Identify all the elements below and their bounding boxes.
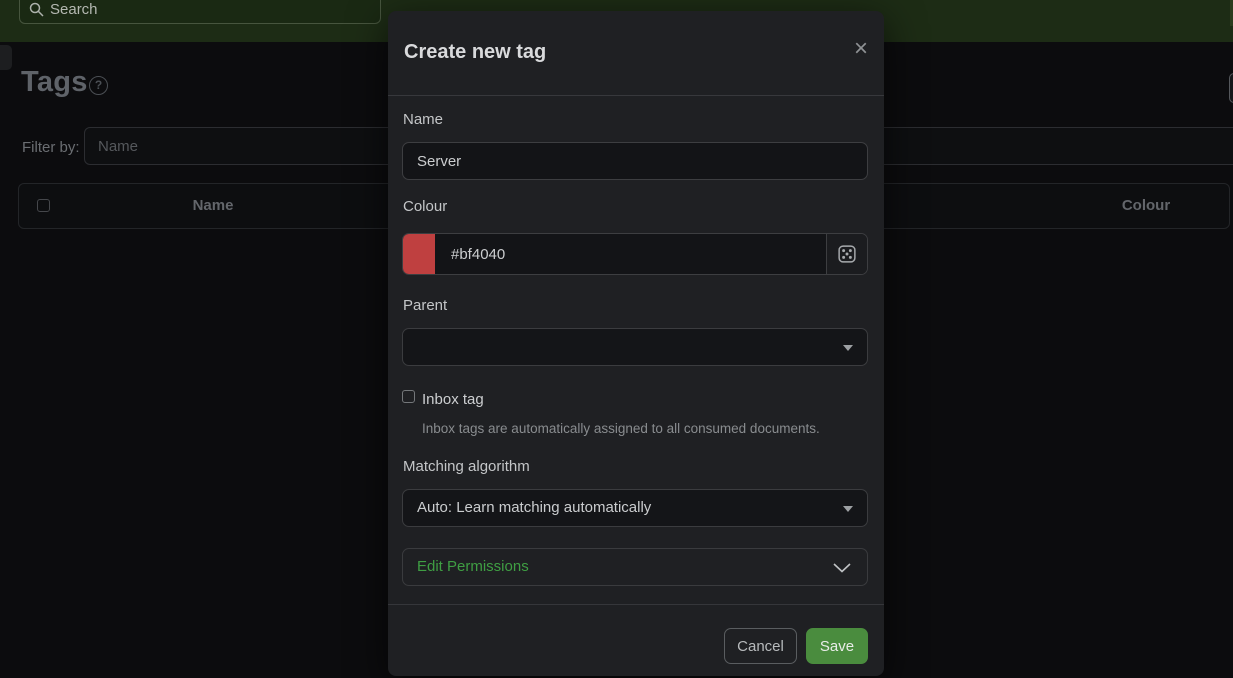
matching-algorithm-value: Auto: Learn matching automatically xyxy=(417,499,651,516)
dice-icon xyxy=(838,245,856,263)
inbox-tag-checkbox[interactable] xyxy=(402,390,415,403)
colour-swatch xyxy=(403,234,435,274)
chevron-down-icon xyxy=(843,506,853,512)
modal-header: Create new tag × xyxy=(388,11,884,96)
edit-permissions-label: Edit Permissions xyxy=(417,558,529,575)
global-search-placeholder[interactable]: Search xyxy=(50,1,98,18)
name-label: Name xyxy=(403,111,443,128)
app-window: Search Tags ? Filter by: Name Colour Cre… xyxy=(0,0,1233,678)
column-header-name[interactable]: Name xyxy=(128,183,298,229)
edit-permissions-accordion[interactable]: Edit Permissions xyxy=(402,548,868,586)
close-icon[interactable]: × xyxy=(854,37,868,61)
modal-title: Create new tag xyxy=(404,41,546,64)
matching-algorithm-select[interactable]: Auto: Learn matching automatically xyxy=(402,489,868,527)
inbox-tag-hint: Inbox tags are automatically assigned to… xyxy=(422,421,820,436)
left-edge-element xyxy=(0,45,12,70)
parent-label: Parent xyxy=(403,297,447,314)
page-title: Tags xyxy=(21,66,88,99)
tag-name-input[interactable] xyxy=(402,142,868,180)
chevron-down-icon xyxy=(833,563,851,573)
search-icon xyxy=(29,2,45,18)
random-colour-button[interactable] xyxy=(826,234,867,274)
column-header-colour[interactable]: Colour xyxy=(1096,183,1196,229)
select-all-checkbox[interactable] xyxy=(37,199,50,212)
create-tag-modal: Create new tag × Name Colour #bf4040 Par… xyxy=(388,11,884,676)
right-edge-button[interactable] xyxy=(1229,73,1233,103)
save-button[interactable]: Save xyxy=(806,628,868,664)
help-icon[interactable]: ? xyxy=(89,76,108,95)
filter-by-label: Filter by: xyxy=(22,139,80,156)
chevron-down-icon xyxy=(843,345,853,351)
inbox-tag-label: Inbox tag xyxy=(422,391,484,408)
colour-hex-value[interactable]: #bf4040 xyxy=(451,234,505,275)
modal-footer: Cancel Save xyxy=(388,604,884,676)
colour-input-group: #bf4040 xyxy=(402,233,868,275)
colour-label: Colour xyxy=(403,198,447,215)
parent-select[interactable] xyxy=(402,328,868,366)
cancel-button[interactable]: Cancel xyxy=(724,628,797,664)
matching-algorithm-label: Matching algorithm xyxy=(403,458,530,475)
